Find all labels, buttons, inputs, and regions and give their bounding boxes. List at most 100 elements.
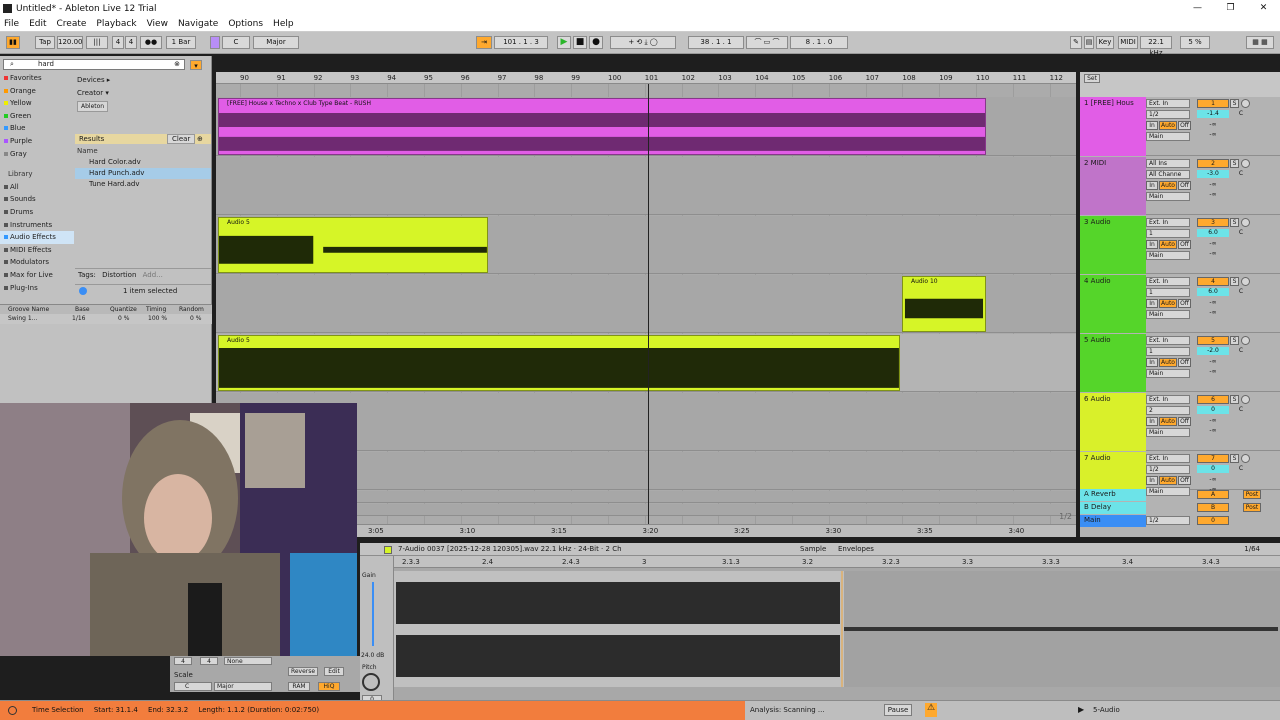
groove-select[interactable]: None — [224, 657, 272, 665]
sig-b[interactable]: 4 — [200, 657, 218, 665]
input-type-select[interactable]: Ext. In — [1146, 99, 1190, 108]
library-instruments[interactable]: Instruments — [0, 219, 74, 232]
filter-ableton-chip[interactable]: Ableton — [77, 101, 109, 112]
library-max-for-live[interactable]: Max for Live — [0, 269, 74, 282]
track-name[interactable]: 6 Audio — [1084, 395, 1111, 403]
track-activator[interactable]: 3 — [1197, 218, 1229, 227]
filter-devices[interactable]: Devices ▸ — [77, 76, 110, 84]
browser-search-input[interactable]: ⌕ hard ⊗ — [3, 59, 185, 70]
send-b-value[interactable]: -∞ — [1197, 191, 1229, 199]
collection-purple[interactable]: Purple — [0, 135, 74, 148]
send-a-value[interactable]: -∞ — [1197, 299, 1229, 307]
return-header-1[interactable]: A Reverb A Post — [1080, 489, 1280, 501]
groove-row[interactable]: Swing 1... 1/16 0 % 100 % 0 % — [0, 314, 212, 324]
edit-button[interactable]: Edit — [324, 667, 344, 676]
send-a-value[interactable]: -∞ — [1197, 121, 1229, 129]
arm-icon[interactable] — [1241, 218, 1250, 227]
track-lane-1[interactable]: [FREE] House x Techno x Club Type Beat -… — [216, 97, 1076, 156]
post-button[interactable]: Post — [1243, 503, 1261, 512]
result-item[interactable]: Hard Color.adv — [75, 157, 211, 168]
send-a-value[interactable]: -∞ — [1197, 240, 1229, 248]
input-type-select[interactable]: Ext. In — [1146, 218, 1190, 227]
input-channel-select[interactable]: 1 — [1146, 288, 1190, 297]
volume-value[interactable]: -2.0 — [1197, 347, 1229, 355]
set-button[interactable]: Set — [1084, 74, 1100, 83]
monitor-in-button[interactable]: In — [1146, 417, 1158, 426]
track-lane-3[interactable]: Audio 5 — [216, 216, 1076, 274]
output-select[interactable]: Main — [1146, 310, 1190, 319]
return-name[interactable]: Main — [1084, 516, 1101, 524]
output-select[interactable]: Main — [1146, 132, 1190, 141]
gain-slider[interactable] — [372, 582, 374, 646]
metronome-toggle-icon[interactable]: ●● — [140, 36, 162, 49]
arm-icon[interactable] — [1241, 395, 1250, 404]
song-position[interactable]: 101 . 1 . 3 — [494, 36, 548, 49]
track-activator[interactable]: 1 — [1197, 99, 1229, 108]
output-select[interactable]: Main — [1146, 192, 1190, 201]
browser-toggle-icon[interactable]: ▮▮ — [6, 36, 20, 49]
input-channel-select[interactable]: 1/2 — [1146, 465, 1190, 474]
return-name-area[interactable]: B Delay — [1080, 502, 1146, 514]
clip-scale-select[interactable]: Major — [214, 682, 272, 691]
add-filter-icon[interactable]: ⊕ — [197, 134, 203, 144]
solo-button[interactable]: S — [1230, 395, 1239, 404]
filter-creator[interactable]: Creator ▾ — [77, 89, 109, 97]
monitor-in-button[interactable]: In — [1146, 181, 1158, 190]
clip-key-select[interactable]: C — [174, 682, 212, 691]
solo-button[interactable]: S — [1230, 159, 1239, 168]
clear-button[interactable]: Clear — [167, 134, 196, 144]
return-activator[interactable]: B — [1197, 503, 1229, 512]
track-lane-2[interactable] — [216, 157, 1076, 215]
arm-icon[interactable] — [1241, 99, 1250, 108]
monitor-auto-button[interactable]: Auto — [1159, 240, 1177, 249]
track-name-area[interactable]: 1 [FREE] Hous — [1080, 97, 1146, 156]
monitor-auto-button[interactable]: Auto — [1159, 358, 1177, 367]
input-channel-select[interactable]: All Channe — [1146, 170, 1190, 179]
key-select[interactable]: C — [222, 36, 250, 49]
menu-edit[interactable]: Edit — [29, 19, 46, 29]
monitor-off-button[interactable]: Off — [1178, 240, 1191, 249]
send-b-value[interactable]: -∞ — [1197, 131, 1229, 139]
track-name-area[interactable]: 3 Audio — [1080, 216, 1146, 274]
monitor-off-button[interactable]: Off — [1178, 417, 1191, 426]
tag-add[interactable]: Add... — [143, 271, 163, 279]
play-track-icon[interactable]: ▶ — [1078, 705, 1084, 714]
arm-icon[interactable] — [1241, 159, 1250, 168]
audio-clip[interactable]: Audio 5 — [218, 335, 900, 391]
track-header-5[interactable]: 5 Audio Ext. In 1 In Auto Off Main 5 S -2.0 C -∞ -∞ — [1080, 334, 1280, 392]
tag-distortion[interactable]: Distortion — [102, 271, 136, 279]
midi-map-button[interactable]: MIDI — [1118, 36, 1138, 49]
reverse-button[interactable]: Reverse — [288, 667, 318, 676]
collection-yellow[interactable]: Yellow — [0, 97, 74, 110]
follow-icon[interactable]: ⇥ — [476, 36, 492, 49]
track-activator[interactable]: 7 — [1197, 454, 1229, 463]
loop-toggle-icons[interactable]: ⌒ ▭ ⌒ — [746, 36, 788, 49]
track-header-1[interactable]: 1 [FREE] Hous Ext. In 1/2 In Auto Off Main 1 S -1… — [1080, 97, 1280, 156]
send-a-value[interactable]: -∞ — [1197, 181, 1229, 189]
return-activator[interactable]: A — [1197, 490, 1229, 499]
track-activator[interactable]: 4 — [1197, 277, 1229, 286]
input-type-select[interactable]: Ext. In — [1146, 454, 1190, 463]
collection-gray[interactable]: Gray — [0, 148, 74, 161]
send-a-value[interactable]: -∞ — [1197, 476, 1229, 484]
monitor-off-button[interactable]: Off — [1178, 181, 1191, 190]
output-select[interactable]: Main — [1146, 251, 1190, 260]
record-icon[interactable]: ● — [589, 36, 603, 49]
audio-clip[interactable]: Audio 5 — [218, 217, 488, 273]
send-a-value[interactable]: -∞ — [1197, 358, 1229, 366]
monitor-auto-button[interactable]: Auto — [1159, 417, 1177, 426]
collection-green[interactable]: Green — [0, 110, 74, 123]
library-modulators[interactable]: Modulators — [0, 256, 74, 269]
return-name-area[interactable]: Main — [1080, 515, 1146, 527]
monitor-in-button[interactable]: In — [1146, 476, 1158, 485]
track-name[interactable]: 3 Audio — [1084, 218, 1111, 226]
solo-button[interactable]: S — [1230, 336, 1239, 345]
collection-favorites[interactable]: Favorites — [0, 72, 74, 85]
solo-button[interactable]: S — [1230, 454, 1239, 463]
menu-navigate[interactable]: Navigate — [178, 19, 218, 29]
input-channel-select[interactable]: 2 — [1146, 406, 1190, 415]
pan-value[interactable]: C — [1231, 406, 1251, 414]
monitor-off-button[interactable]: Off — [1178, 358, 1191, 367]
sig-a[interactable]: 4 — [174, 657, 192, 665]
track-name-area[interactable]: 7 Audio — [1080, 452, 1146, 490]
